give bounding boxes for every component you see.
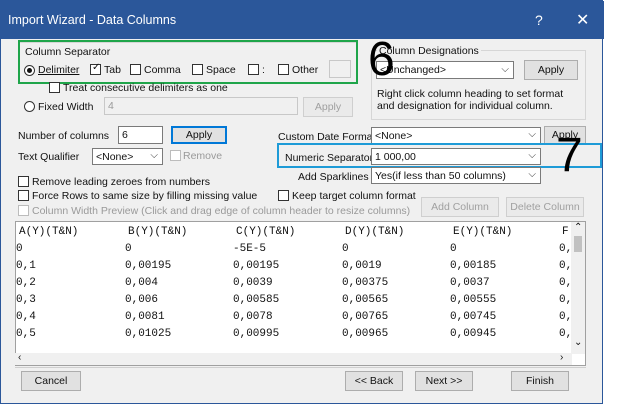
chevron-down-icon: ⌵	[501, 64, 509, 75]
column-header[interactable]: D(Y)(T&N)	[345, 226, 404, 238]
fixed-width-input[interactable]: 4	[104, 97, 298, 115]
treat-consecutive-checkbox[interactable]	[49, 82, 60, 93]
force-rows-checkbox[interactable]	[18, 190, 29, 201]
annotation-number-7: 7	[556, 129, 583, 182]
grid-cell: 0	[125, 243, 132, 255]
grid-cell: -5E-5	[233, 243, 267, 255]
scroll-down-icon[interactable]: ⌄	[574, 337, 582, 348]
column-header[interactable]: A(Y)(T&N)	[19, 226, 78, 238]
grid-cell: 0,00565	[342, 294, 389, 306]
grid-cell: 0,006	[125, 294, 159, 306]
numeric-separator-label: Numeric Separator	[285, 152, 374, 164]
designations-hint: Right click column heading to set format…	[377, 88, 564, 112]
close-button[interactable]: ✕	[576, 10, 589, 30]
column-header[interactable]: F	[562, 226, 569, 238]
finish-button[interactable]: Finish	[511, 371, 569, 391]
horizontal-scrollbar[interactable]: ‹ ›	[15, 352, 572, 365]
scroll-left-icon[interactable]: ‹	[18, 352, 21, 363]
keep-format-checkbox[interactable]	[278, 190, 289, 201]
grid-cell: 0,1	[16, 260, 36, 272]
grid-cell: 0,00745	[450, 311, 497, 323]
delete-column-button[interactable]: Delete Column	[506, 197, 584, 217]
designations-select[interactable]: <Unchanged> ⌵	[376, 61, 514, 79]
sparklines-value: Yes(if less than 50 columns)	[375, 170, 506, 182]
grid-cell: 0,00995	[233, 328, 280, 340]
column-width-preview-checkbox[interactable]	[18, 205, 29, 216]
sparklines-label: Add Sparklines	[298, 171, 369, 183]
grid-cell: 0,00555	[450, 294, 497, 306]
grid-cell: 0,2	[16, 277, 36, 289]
grid-cell: 0,01025	[125, 328, 172, 340]
grid-cell: 0	[342, 243, 349, 255]
grid-cell: 0,00375	[342, 277, 389, 289]
grid-cell: 0,0081	[125, 311, 165, 323]
column-header[interactable]: E(Y)(T&N)	[453, 226, 512, 238]
fixed-width-apply-button[interactable]: Apply	[303, 97, 353, 117]
numeric-separator-select[interactable]: 1 000,00 ⌵	[371, 148, 541, 165]
grid-cell: 0	[450, 243, 457, 255]
fixed-width-radio[interactable]	[24, 101, 35, 112]
grid-cell: 0,00195	[125, 260, 172, 272]
chevron-down-icon: ⌵	[528, 129, 536, 140]
column-width-preview-label: Column Width Preview (Click and drag edg…	[32, 205, 411, 217]
designations-apply-button[interactable]: Apply	[524, 60, 578, 80]
custom-date-select[interactable]: <None> ⌵	[371, 127, 541, 144]
force-rows-label: Force Rows to same size by filling missi…	[32, 190, 258, 202]
text-qualifier-label: Text Qualifier	[18, 151, 80, 163]
footer-divider	[15, 367, 586, 368]
remove-zeros-label: Remove leading zeroes from numbers	[32, 176, 210, 188]
remove-qualifier-checkbox[interactable]	[170, 150, 181, 161]
number-of-columns-input[interactable]: 6	[118, 126, 163, 144]
custom-date-label: Custom Date Format	[278, 131, 376, 143]
grid-cell: 0,00585	[233, 294, 280, 306]
grid-cell: 0,00765	[342, 311, 389, 323]
grid-cell: 0,004	[125, 277, 159, 289]
grid-cell: 0,0019	[342, 260, 382, 272]
annotation-number-6: 6	[368, 33, 395, 86]
next-button[interactable]: Next >>	[415, 371, 473, 391]
grid-cell: 0,0078	[233, 311, 273, 323]
scroll-thumb[interactable]	[574, 236, 582, 252]
grid-cell: 0,4	[16, 311, 36, 323]
grid-cell: 0,00945	[450, 328, 497, 340]
vertical-scrollbar[interactable]: ⌃ ⌄	[571, 222, 585, 354]
scroll-up-icon[interactable]: ⌃	[574, 222, 582, 233]
number-of-columns-label: Number of columns	[18, 130, 110, 142]
data-preview-grid[interactable]: A(Y)(T&N) B(Y)(T&N) C(Y)(T&N) D(Y)(T&N) …	[15, 221, 586, 366]
grid-cell: 0,5	[16, 328, 36, 340]
custom-date-value: <None>	[375, 130, 413, 142]
grid-cell: 0,0037	[450, 277, 490, 289]
chevron-down-icon: ⌵	[528, 169, 536, 180]
window-title: Import Wizard - Data Columns	[8, 13, 177, 27]
text-qualifier-select[interactable]: <None> ⌵	[92, 148, 163, 165]
back-button[interactable]: << Back	[345, 371, 403, 391]
scroll-right-icon[interactable]: ›	[560, 352, 563, 363]
add-column-button[interactable]: Add Column	[421, 197, 499, 217]
remove-qualifier-label: Remove	[183, 150, 223, 162]
import-wizard-dialog: Import Wizard - Data Columns ? ✕ Column …	[0, 0, 604, 404]
grid-cell: 0,00185	[450, 260, 497, 272]
cancel-button[interactable]: Cancel	[21, 371, 81, 391]
numeric-separator-value: 1 000,00	[375, 151, 416, 163]
chevron-down-icon: ⌵	[528, 150, 536, 161]
remove-zeros-checkbox[interactable]	[18, 176, 29, 187]
grid-cell: 0,3	[16, 294, 36, 306]
grid-cell: 0,00965	[342, 328, 389, 340]
grid-cell: 0	[16, 243, 23, 255]
help-button[interactable]: ?	[535, 12, 543, 28]
grid-cell: 0,00195	[233, 260, 280, 272]
fixed-width-label: Fixed Width	[38, 101, 94, 113]
title-bar: Import Wizard - Data Columns ? ✕	[1, 1, 604, 39]
green-highlight-box	[18, 40, 358, 84]
sparklines-select[interactable]: Yes(if less than 50 columns) ⌵	[371, 167, 541, 184]
number-of-columns-apply-button[interactable]: Apply	[171, 126, 227, 144]
text-qualifier-value: <None>	[96, 151, 134, 163]
column-header[interactable]: B(Y)(T&N)	[128, 226, 187, 238]
treat-consecutive-label: Treat consecutive delimiters as one	[63, 82, 228, 94]
chevron-down-icon: ⌵	[150, 150, 158, 161]
grid-cell: 0,0039	[233, 277, 273, 289]
keep-format-label: Keep target column format	[292, 190, 416, 202]
column-header[interactable]: C(Y)(T&N)	[236, 226, 295, 238]
